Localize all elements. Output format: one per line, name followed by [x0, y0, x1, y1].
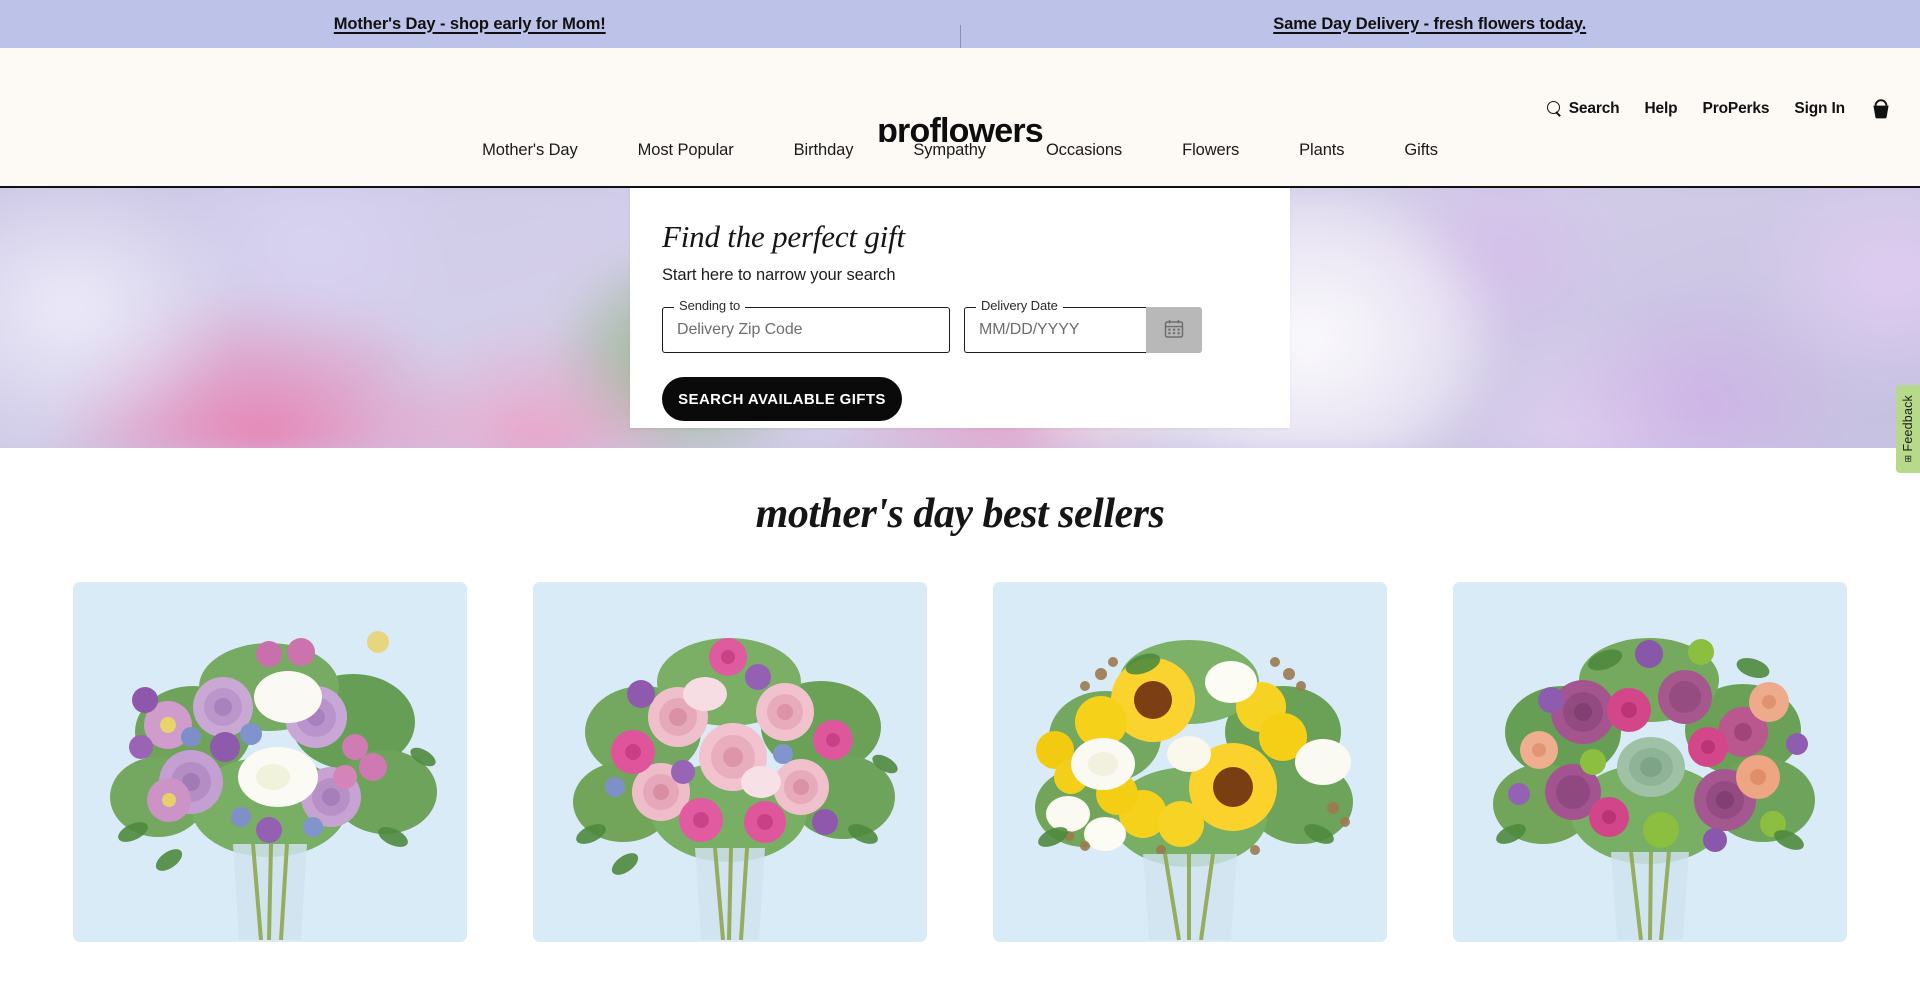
- nav-item-birthday[interactable]: Birthday: [764, 142, 884, 159]
- promo-link-mothers-day[interactable]: Mother's Day - shop early for Mom!: [334, 15, 606, 34]
- date-field-wrapper[interactable]: Delivery Date: [964, 299, 1146, 353]
- promo-banner: Mother's Day - shop early for Mom! Same …: [0, 0, 1920, 53]
- nav-item-occasions[interactable]: Occasions: [1016, 142, 1152, 159]
- delivery-date-group: Delivery Date: [964, 299, 1202, 353]
- product-card-lavender-lily-bouquet[interactable]: [73, 582, 467, 942]
- utility-nav-properks-label: ProPerks: [1702, 99, 1770, 117]
- search-card-title: Find the perfect gift: [662, 219, 905, 254]
- main-nav: Mother's Day Most Popular Birthday Sympa…: [0, 142, 1920, 188]
- search-available-gifts-button[interactable]: SEARCH AVAILABLE GIFTS: [662, 377, 902, 421]
- bouquet-image-purple-succulent: [1453, 582, 1847, 942]
- hero-section: Find the perfect gift Start here to narr…: [0, 188, 1920, 448]
- site-header: proflowers Search Help ProPerks Sign In: [0, 48, 1920, 148]
- best-sellers-section: mother's day best sellers: [0, 448, 1920, 942]
- feedback-expand-icon: ⊞: [1903, 455, 1913, 464]
- feedback-tab[interactable]: Feedback ⊞: [1896, 385, 1920, 473]
- delivery-zip-input[interactable]: [677, 321, 935, 339]
- shopping-basket-icon[interactable]: [1870, 98, 1892, 119]
- utility-nav-search-label: Search: [1568, 99, 1620, 117]
- product-card-purple-succulent-bouquet[interactable]: [1453, 582, 1847, 942]
- search-icon: [1546, 101, 1562, 116]
- bouquet-image-pink: [533, 582, 927, 942]
- date-field-legend: Delivery Date: [976, 299, 1063, 312]
- feedback-tab-label: Feedback: [1901, 394, 1915, 452]
- nav-item-plants[interactable]: Plants: [1269, 142, 1374, 159]
- nav-item-gifts[interactable]: Gifts: [1374, 142, 1467, 159]
- zip-field-wrapper[interactable]: Sending to: [662, 299, 950, 353]
- utility-nav-search[interactable]: Search: [1546, 99, 1620, 118]
- best-sellers-grid: [0, 582, 1920, 942]
- utility-nav-properks[interactable]: ProPerks: [1703, 100, 1770, 118]
- utility-nav-help-label: Help: [1644, 99, 1678, 117]
- nav-item-most-popular[interactable]: Most Popular: [608, 142, 764, 159]
- calendar-icon: [1163, 318, 1185, 343]
- bouquet-image-sunflower: [993, 582, 1387, 942]
- utility-nav-sign-in[interactable]: Sign In: [1794, 100, 1845, 118]
- search-card-subtitle: Start here to narrow your search: [662, 266, 896, 284]
- zip-field-legend: Sending to: [674, 299, 746, 312]
- calendar-picker-button[interactable]: [1146, 307, 1202, 353]
- nav-item-flowers[interactable]: Flowers: [1152, 142, 1269, 159]
- product-card-pink-rose-bouquet[interactable]: [533, 582, 927, 942]
- delivery-date-input[interactable]: [979, 321, 1132, 339]
- best-sellers-title: mother's day best sellers: [755, 491, 1165, 537]
- nav-item-mothers-day[interactable]: Mother's Day: [452, 142, 607, 159]
- product-card-sunflower-bouquet[interactable]: [993, 582, 1387, 942]
- gift-search-card: Find the perfect gift Start here to narr…: [630, 188, 1290, 428]
- promo-banner-inner: Mother's Day - shop early for Mom! Same …: [0, 15, 1920, 53]
- utility-nav-help[interactable]: Help: [1645, 100, 1678, 118]
- utility-nav: Search Help ProPerks Sign In: [1546, 98, 1892, 119]
- search-form-row: Sending to Delivery Date: [662, 299, 1258, 353]
- nav-item-sympathy[interactable]: Sympathy: [883, 142, 1016, 159]
- bouquet-image-lavender: [73, 582, 467, 942]
- utility-nav-sign-in-label: Sign In: [1794, 99, 1845, 117]
- promo-link-same-day[interactable]: Same Day Delivery - fresh flowers today.: [1273, 15, 1586, 34]
